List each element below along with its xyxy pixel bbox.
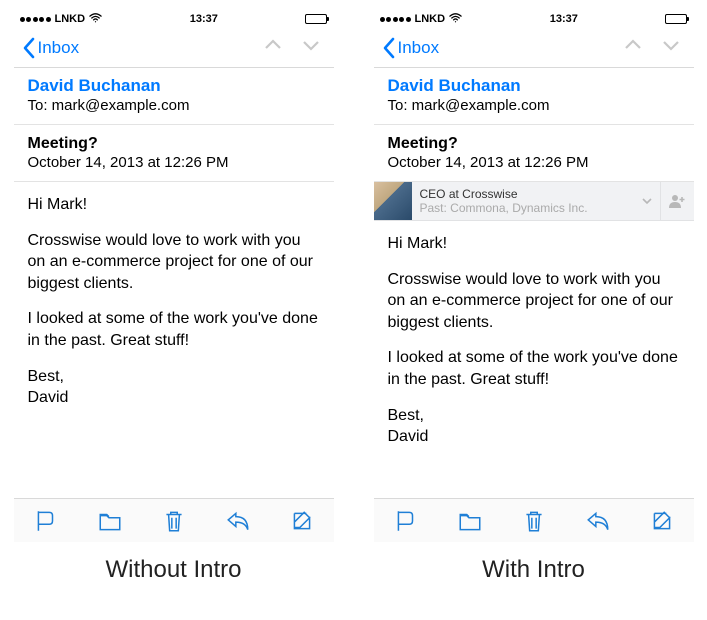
wifi-icon xyxy=(89,13,102,26)
intro-title: CEO at Crosswise xyxy=(420,187,626,201)
subject-text: Meeting? xyxy=(28,135,320,153)
next-message-button[interactable] xyxy=(662,38,680,57)
body-paragraph: Crosswise would love to work with you on… xyxy=(388,269,680,334)
body-paragraph: I looked at some of the work you've done… xyxy=(388,347,680,390)
folder-button[interactable] xyxy=(457,508,483,534)
compose-button[interactable] xyxy=(649,508,675,534)
recipient-line: To: mark@example.com xyxy=(28,97,320,114)
status-bar: LNKD 13:37 xyxy=(14,10,334,28)
folder-button[interactable] xyxy=(97,508,123,534)
reply-button[interactable] xyxy=(585,508,611,534)
trash-button[interactable] xyxy=(161,508,187,534)
recipient-line: To: mark@example.com xyxy=(388,97,680,114)
battery-icon xyxy=(665,14,687,24)
body-paragraph: I looked at some of the work you've done… xyxy=(28,308,320,351)
clock: 13:37 xyxy=(550,13,578,25)
wifi-icon xyxy=(449,13,462,26)
expand-intro-button[interactable] xyxy=(634,182,660,220)
sender-name[interactable]: David Buchanan xyxy=(28,76,320,96)
status-bar: LNKD 13:37 xyxy=(374,10,694,28)
clock: 13:37 xyxy=(190,13,218,25)
body-paragraph: Best,David xyxy=(28,366,320,409)
sender-name[interactable]: David Buchanan xyxy=(388,76,680,96)
back-button[interactable]: Inbox xyxy=(22,37,80,59)
battery-icon xyxy=(305,14,327,24)
toolbar xyxy=(14,498,334,542)
intro-meta: CEO at Crosswise Past: Commona, Dynamics… xyxy=(412,182,634,220)
body-paragraph: Best,David xyxy=(388,405,680,448)
message-header: David Buchanan To: mark@example.com xyxy=(14,68,334,125)
date-text: October 14, 2013 at 12:26 PM xyxy=(28,154,320,171)
message-body: Hi Mark! Crosswise would love to work wi… xyxy=(14,182,334,498)
message-body: Hi Mark! Crosswise would love to work wi… xyxy=(374,221,694,498)
subject-block: Meeting? October 14, 2013 at 12:26 PM xyxy=(14,125,334,182)
signal-dots-icon xyxy=(20,17,51,22)
body-paragraph: Crosswise would love to work with you on… xyxy=(28,230,320,295)
back-label: Inbox xyxy=(398,38,440,58)
date-text: October 14, 2013 at 12:26 PM xyxy=(388,154,680,171)
carrier-label: LNKD xyxy=(415,13,446,25)
caption-right: With Intro xyxy=(482,556,585,584)
back-button[interactable]: Inbox xyxy=(382,37,440,59)
toolbar xyxy=(374,498,694,542)
next-message-button[interactable] xyxy=(302,38,320,57)
back-label: Inbox xyxy=(38,38,80,58)
intro-past: Past: Commona, Dynamics Inc. xyxy=(420,201,626,215)
chevron-left-icon xyxy=(382,37,396,59)
add-contact-button[interactable] xyxy=(660,182,694,220)
carrier-label: LNKD xyxy=(55,13,86,25)
compose-button[interactable] xyxy=(289,508,315,534)
body-paragraph: Hi Mark! xyxy=(388,233,680,255)
message-header: David Buchanan To: mark@example.com xyxy=(374,68,694,125)
prev-message-button[interactable] xyxy=(624,38,642,57)
caption-left: Without Intro xyxy=(105,556,241,584)
nav-bar: Inbox xyxy=(374,28,694,68)
nav-bar: Inbox xyxy=(14,28,334,68)
phone-without-intro: LNKD 13:37 Inbox xyxy=(14,10,334,542)
flag-button[interactable] xyxy=(33,508,59,534)
flag-button[interactable] xyxy=(393,508,419,534)
phone-with-intro: LNKD 13:37 Inbox xyxy=(374,10,694,542)
prev-message-button[interactable] xyxy=(264,38,282,57)
subject-text: Meeting? xyxy=(388,135,680,153)
reply-button[interactable] xyxy=(225,508,251,534)
subject-block: Meeting? October 14, 2013 at 12:26 PM xyxy=(374,125,694,182)
signal-dots-icon xyxy=(380,17,411,22)
avatar xyxy=(374,182,412,220)
intro-card[interactable]: CEO at Crosswise Past: Commona, Dynamics… xyxy=(374,182,694,221)
chevron-left-icon xyxy=(22,37,36,59)
body-paragraph: Hi Mark! xyxy=(28,194,320,216)
trash-button[interactable] xyxy=(521,508,547,534)
